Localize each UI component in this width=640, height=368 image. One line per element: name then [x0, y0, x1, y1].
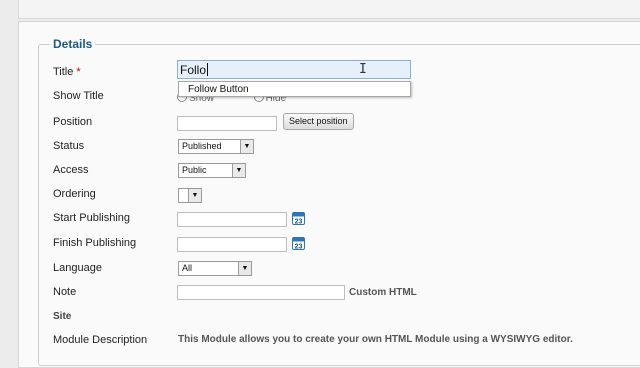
status-select-value: Published — [182, 141, 222, 151]
calendar-day-text: 23 — [295, 219, 303, 226]
calendar-day-text: 23 — [295, 244, 303, 251]
title-input-value: Follo — [180, 63, 207, 77]
mouse-ibeam-cursor-icon: I — [359, 62, 367, 77]
select-position-button[interactable]: Select position — [283, 113, 354, 130]
chevron-down-icon: ▼ — [232, 164, 245, 177]
note-input[interactable] — [177, 285, 345, 300]
ordering-label: Ordering — [53, 188, 96, 200]
finish-publishing-input[interactable] — [177, 237, 287, 252]
start-publishing-label: Start Publishing — [53, 212, 131, 224]
module-description-text: This Module allows you to create your ow… — [178, 334, 573, 345]
module-description-label: Module Description — [53, 334, 148, 346]
position-input[interactable] — [177, 116, 277, 131]
page-top-bar — [18, 0, 640, 19]
ordering-select[interactable]: ▼ — [178, 188, 202, 203]
chevron-down-icon: ▼ — [240, 140, 253, 153]
calendar-icon[interactable]: 23 — [292, 212, 305, 225]
note-label: Note — [53, 286, 77, 298]
position-label: Position — [53, 116, 93, 128]
title-autocomplete-suggestion[interactable]: Follow Button — [178, 81, 411, 97]
status-select[interactable]: Published ▼ — [178, 139, 254, 154]
text-caret — [207, 63, 209, 76]
status-label: Status — [53, 140, 85, 152]
finish-publishing-label: Finish Publishing — [53, 237, 137, 249]
chevron-down-icon: ▼ — [238, 262, 251, 275]
title-label-text: Title — [53, 66, 74, 78]
chevron-down-icon: ▼ — [188, 189, 201, 202]
title-input[interactable]: Follo — [177, 60, 411, 79]
language-select-value: All — [182, 263, 193, 273]
calendar-icon[interactable]: 23 — [292, 237, 305, 250]
required-mark: * — [76, 66, 81, 78]
show-title-label: Show Title — [53, 90, 104, 102]
title-label: Title * — [53, 66, 81, 78]
details-legend: Details — [50, 37, 96, 51]
start-publishing-input[interactable] — [177, 212, 287, 227]
access-label: Access — [53, 164, 89, 176]
language-label: Language — [53, 262, 102, 274]
language-select[interactable]: All ▼ — [178, 261, 252, 276]
module-type-text: Custom HTML — [349, 287, 417, 298]
access-select[interactable]: Public ▼ — [178, 163, 246, 178]
access-select-value: Public — [182, 165, 207, 175]
site-label: Site — [53, 311, 72, 322]
